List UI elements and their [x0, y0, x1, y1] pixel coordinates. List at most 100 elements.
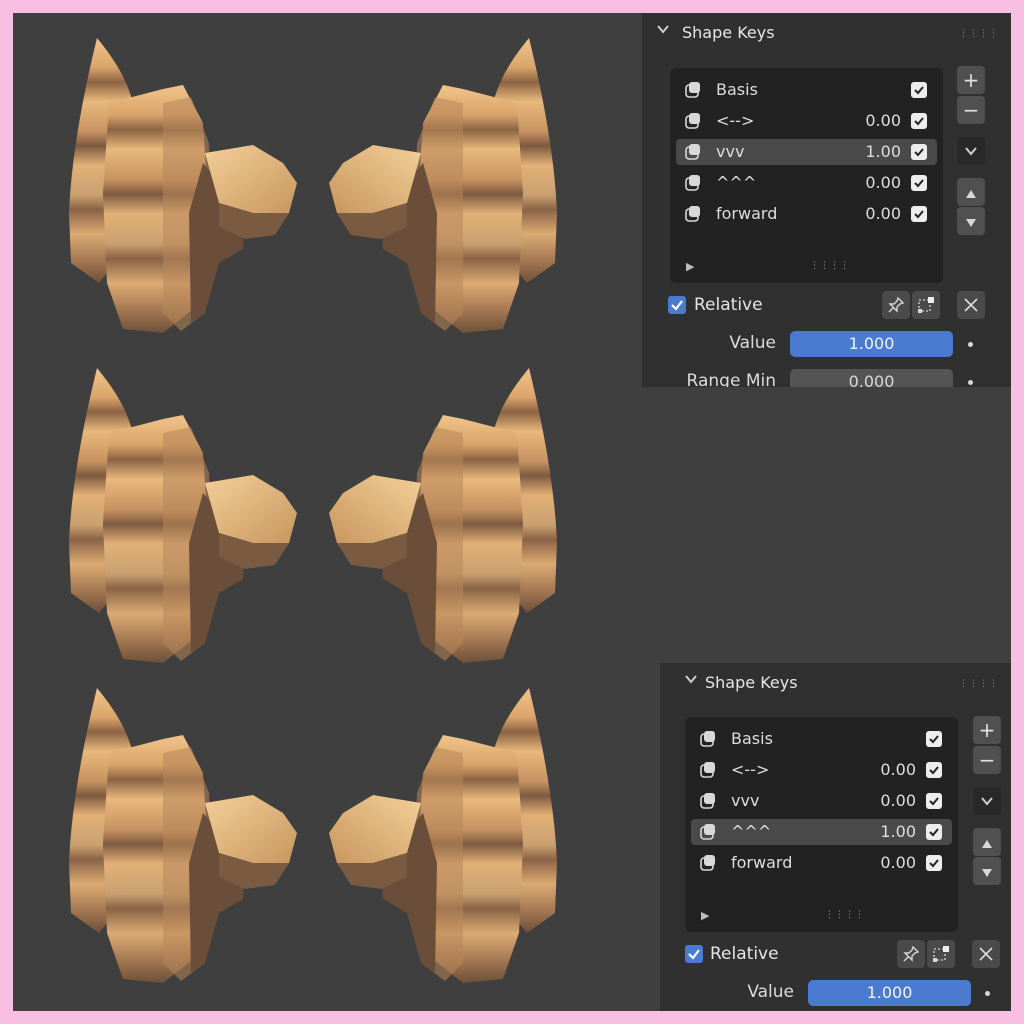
shape-key-row[interactable]: <--> 0.00 — [691, 757, 952, 783]
shape-keys-panel-1: Shape Keys ⋮⋮⋮⋮ Basis <--> 0.00 vvv 1.00 — [642, 13, 1011, 387]
shape-key-name: vvv — [731, 791, 760, 810]
drag-grip-icon[interactable]: ⋮⋮⋮⋮ — [959, 29, 999, 39]
checkbox-icon[interactable] — [911, 144, 927, 160]
shape-key-value[interactable]: 1.00 — [880, 822, 916, 841]
shape-key-icon — [700, 855, 715, 871]
edit-mode-button[interactable] — [927, 940, 955, 968]
shape-key-name: forward — [731, 853, 793, 872]
shape-key-value[interactable]: 0.00 — [880, 853, 916, 872]
shape-key-row[interactable]: forward 0.00 — [691, 850, 952, 876]
move-up-button[interactable] — [973, 828, 1001, 856]
drag-grip-icon[interactable]: ⋮⋮⋮⋮ — [959, 679, 999, 689]
value-slider[interactable]: 1.000 — [808, 980, 971, 1006]
shape-key-name: <--> — [731, 760, 770, 779]
clear-button[interactable] — [972, 940, 1000, 968]
add-shape-key-button[interactable]: + — [957, 66, 985, 94]
relative-checkbox[interactable] — [668, 296, 686, 314]
add-shape-key-button[interactable]: + — [973, 716, 1001, 744]
filter-expand-icon[interactable]: ▶ — [686, 260, 694, 273]
shape-key-icon — [700, 824, 715, 840]
filter-expand-icon[interactable]: ▶ — [701, 909, 709, 922]
pin-button[interactable] — [897, 940, 925, 968]
triangle-up-icon — [966, 190, 976, 198]
shape-key-value[interactable]: 0.00 — [865, 173, 901, 192]
panel-header[interactable]: Shape Keys ⋮⋮⋮⋮ — [660, 663, 1011, 703]
checkbox-icon[interactable] — [911, 113, 927, 129]
shape-key-row[interactable]: ^^^ 0.00 — [676, 170, 937, 196]
edit-mode-icon — [933, 946, 949, 962]
range-min-label: Range Min — [686, 371, 776, 387]
shape-key-value[interactable]: 0.00 — [880, 791, 916, 810]
checkbox-icon[interactable] — [911, 206, 927, 222]
checkbox-icon[interactable] — [926, 855, 942, 871]
shape-key-name: forward — [716, 204, 778, 223]
shape-key-row[interactable]: forward 0.00 — [676, 201, 937, 227]
keyframe-dot-icon[interactable] — [968, 380, 973, 385]
relative-label: Relative — [710, 944, 779, 964]
checkbox-icon[interactable] — [926, 762, 942, 778]
shape-key-icon — [685, 82, 700, 98]
shape-key-row[interactable]: vvv 0.00 — [691, 788, 952, 814]
move-down-button[interactable] — [957, 207, 985, 235]
list-resize-grip-icon[interactable]: ⋮⋮⋮⋮ — [810, 261, 850, 271]
relative-checkbox[interactable] — [685, 945, 703, 963]
shape-key-icon — [700, 731, 715, 747]
triangle-down-icon — [966, 219, 976, 227]
shape-key-name: ^^^ — [716, 173, 757, 192]
chevron-down-icon[interactable] — [656, 22, 670, 36]
close-icon — [979, 947, 993, 961]
move-up-button[interactable] — [957, 178, 985, 206]
shape-key-row[interactable]: Basis — [676, 77, 937, 103]
move-down-button[interactable] — [973, 857, 1001, 885]
shape-key-value[interactable]: 0.00 — [865, 204, 901, 223]
checkbox-icon[interactable] — [911, 175, 927, 191]
keyframe-dot-icon[interactable] — [985, 991, 990, 996]
checkbox-icon[interactable] — [911, 82, 927, 98]
shape-key-name: Basis — [731, 729, 773, 748]
specials-menu-button[interactable] — [973, 787, 1001, 815]
checkbox-icon[interactable] — [926, 824, 942, 840]
checkbox-icon[interactable] — [926, 731, 942, 747]
shape-key-value[interactable]: 0.00 — [880, 760, 916, 779]
value-label: Value — [747, 982, 794, 1002]
remove-shape-key-button[interactable]: − — [957, 96, 985, 124]
chevron-down-icon[interactable] — [684, 672, 698, 686]
remove-shape-key-button[interactable]: − — [973, 746, 1001, 774]
shape-key-icon — [685, 175, 700, 191]
edit-mode-button[interactable] — [912, 291, 940, 319]
image-frame: Shape Keys ⋮⋮⋮⋮ Basis <--> 0.00 vvv 1.00 — [13, 13, 1011, 1011]
shape-key-icon — [700, 793, 715, 809]
shape-key-name: vvv — [716, 142, 745, 161]
shape-key-value[interactable]: 0.00 — [865, 111, 901, 130]
shape-key-value[interactable]: 1.00 — [865, 142, 901, 161]
shape-key-row[interactable]: <--> 0.00 — [676, 108, 937, 134]
close-icon — [964, 298, 978, 312]
horn-pair-2 — [69, 368, 557, 663]
horn-pair-3 — [69, 688, 557, 983]
shape-key-list[interactable]: Basis <--> 0.00 vvv 0.00 ^^^ 1.00 forwar… — [685, 717, 958, 932]
checkbox-icon[interactable] — [926, 793, 942, 809]
shape-key-icon — [700, 762, 715, 778]
shape-key-row-active[interactable]: ^^^ 1.00 — [691, 819, 952, 845]
chevron-down-icon — [965, 147, 977, 156]
edit-mode-icon — [918, 297, 934, 313]
horn-pair-1 — [69, 38, 557, 333]
specials-menu-button[interactable] — [957, 137, 985, 165]
shape-key-name: <--> — [716, 111, 755, 130]
panel-header[interactable]: Shape Keys ⋮⋮⋮⋮ — [642, 13, 1011, 53]
value-label: Value — [729, 333, 776, 353]
list-resize-grip-icon[interactable]: ⋮⋮⋮⋮ — [825, 910, 865, 920]
panel-title: Shape Keys — [705, 673, 798, 692]
shape-key-list[interactable]: Basis <--> 0.00 vvv 1.00 ^^^ 0.00 forwar… — [670, 68, 943, 283]
keyframe-dot-icon[interactable] — [968, 342, 973, 347]
clear-button[interactable] — [957, 291, 985, 319]
shape-key-row-active[interactable]: vvv 1.00 — [676, 139, 937, 165]
value-slider[interactable]: 1.000 — [790, 331, 953, 357]
chevron-down-icon — [981, 797, 993, 806]
range-min-slider[interactable]: 0.000 — [790, 369, 953, 387]
pin-icon — [903, 945, 920, 962]
pin-button[interactable] — [882, 291, 910, 319]
shape-key-row[interactable]: Basis — [691, 726, 952, 752]
shape-key-icon — [685, 144, 700, 160]
shape-key-icon — [685, 206, 700, 222]
